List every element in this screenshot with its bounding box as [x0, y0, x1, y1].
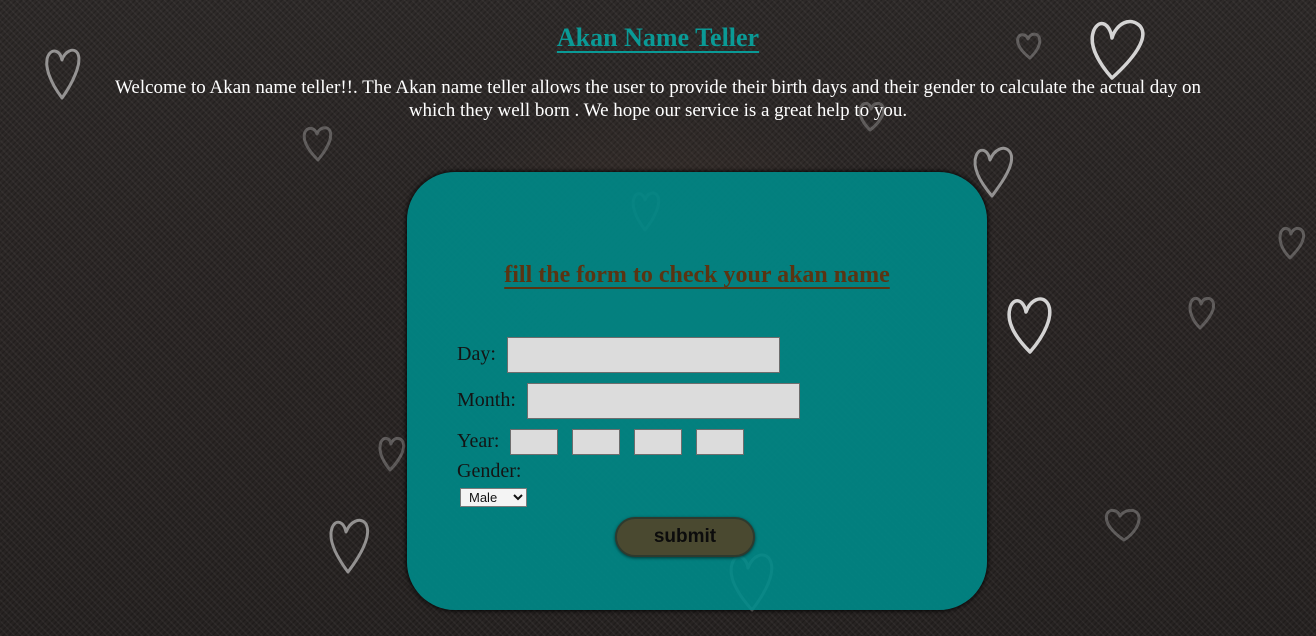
year-digit-2-input[interactable] [572, 429, 620, 455]
submit-button[interactable]: submit [615, 517, 755, 557]
year-label: Year: [457, 430, 500, 452]
form-heading: fill the form to check your akan name [504, 262, 890, 288]
gender-select[interactable]: Male [460, 488, 527, 507]
month-input[interactable] [527, 383, 800, 419]
heart-icon [329, 518, 369, 574]
gender-label: Gender: [457, 460, 522, 482]
heart-icon [378, 436, 406, 472]
heart-icon [1188, 296, 1216, 330]
intro-text: Welcome to Akan name teller!!. The Akan … [114, 77, 1201, 121]
heart-icon [302, 126, 333, 162]
page-title: Akan Name Teller [556, 23, 760, 52]
day-label: Day: [457, 343, 496, 365]
year-digit-4-input[interactable] [696, 429, 744, 455]
month-label: Month: [457, 389, 516, 411]
heart-icon [1278, 226, 1306, 260]
year-digit-1-input[interactable] [510, 429, 558, 455]
year-digit-3-input[interactable] [634, 429, 682, 455]
day-input[interactable] [507, 337, 780, 373]
heart-icon [1007, 297, 1052, 354]
akan-form-card: fill the form to check your akan name Da… [407, 172, 987, 610]
heart-icon [973, 146, 1013, 198]
heart-icon [1104, 508, 1141, 542]
heart-icon [45, 48, 81, 100]
